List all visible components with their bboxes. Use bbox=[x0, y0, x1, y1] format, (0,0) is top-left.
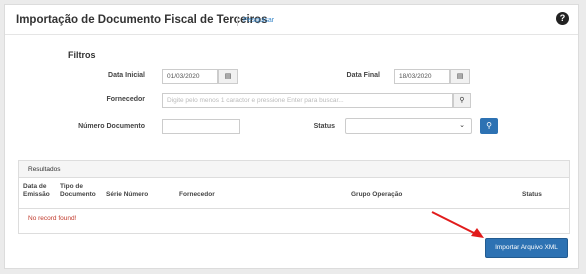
annotation-arrow-icon bbox=[431, 211, 484, 238]
